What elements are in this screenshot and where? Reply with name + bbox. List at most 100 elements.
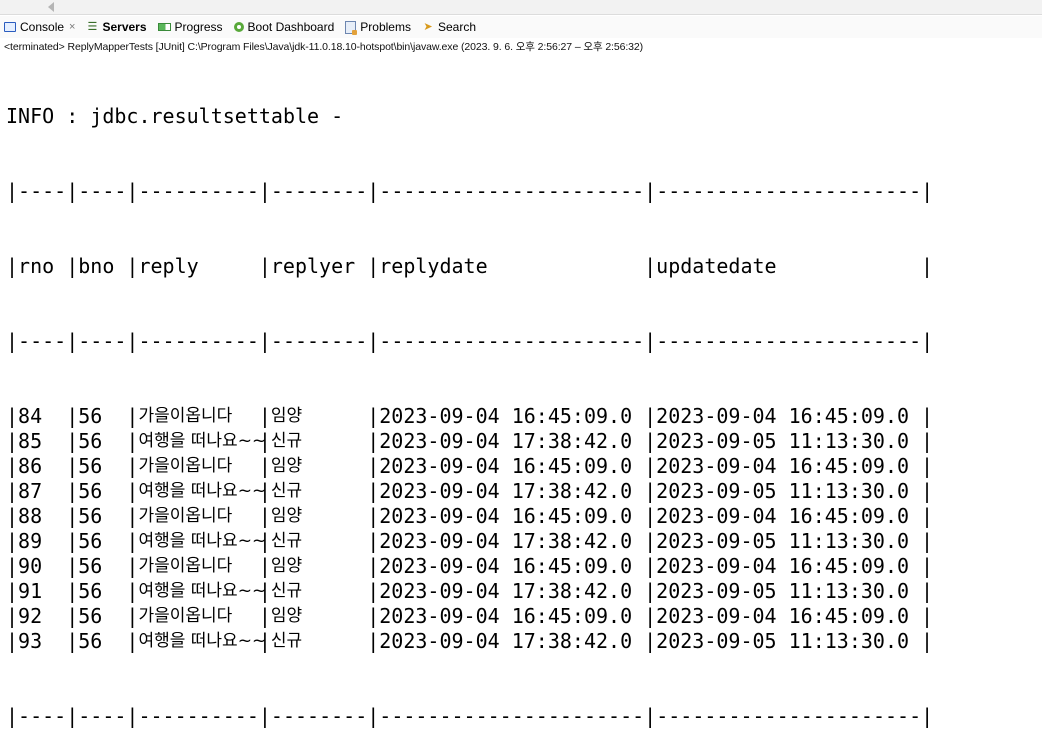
row-cell-2: 여행을 떠나요~~ [138,431,267,451]
tab-problems-label: Problems [360,20,411,34]
header-cell-2: reply [138,254,199,278]
column-divider: | [258,479,271,503]
table-row: | 90 | 56 | 가을이옵니다 | 임양 | 2023-09-04 16:45:09.0 | 2… [6,554,1036,579]
column-divider: | [367,504,380,528]
table-row: | 85 | 56 | 여행을 떠나요~~ | 신규 | 2023-09-04 17:38:42.… [6,429,1036,454]
column-divider: | [66,454,79,478]
scroll-left-arrow-icon[interactable] [48,2,54,12]
tab-boot-dashboard-label: Boot Dashboard [247,20,335,34]
editor-scroll-strip [0,0,1042,15]
tab-console-label: Console [20,20,65,34]
column-divider: | [126,629,139,653]
problems-icon [345,20,358,35]
row-cell-4: 2023-09-04 16:45:09.0 [379,554,633,578]
row-cell-2: 가을이옵니다 [138,506,233,526]
header-cell-0: rno [18,254,55,278]
tab-problems[interactable]: Problems [341,16,418,38]
column-divider: | [921,529,934,553]
table-header-row: | rno | bno | reply | replyer | replydate | updated… [6,254,1036,279]
row-cell-4: 2023-09-04 16:45:09.0 [379,404,633,428]
column-divider: | [367,529,380,553]
column-divider: | [6,579,19,603]
row-cell-3: 임양 [270,506,303,526]
column-divider: | [258,604,271,628]
column-divider: | [66,404,79,428]
console-output[interactable]: INFO : jdbc.resultsettable - |----|----|… [6,54,1036,754]
view-tab-bar: Console × ☰ Servers Progress Boot Dashbo… [0,16,1042,38]
row-cell-5: 2023-09-04 16:45:09.0 [656,404,910,428]
column-divider: | [921,429,934,453]
tab-progress[interactable]: Progress [154,16,230,38]
column-divider: | [921,404,934,428]
row-cell-0: 90 [18,554,43,578]
column-divider: | [644,429,657,453]
row-cell-1: 56 [78,429,103,453]
column-divider: | [921,554,934,578]
console-icon [4,22,16,32]
row-cell-5: 2023-09-04 16:45:09.0 [656,504,910,528]
column-divider: | [644,604,657,628]
row-cell-1: 56 [78,629,103,653]
tab-boot-dashboard[interactable]: Boot Dashboard [230,16,342,38]
row-cell-1: 56 [78,529,103,553]
column-divider: | [66,604,79,628]
row-cell-0: 87 [18,479,43,503]
row-cell-2: 가을이옵니다 [138,456,233,476]
row-cell-0: 93 [18,629,43,653]
column-divider: | [126,404,139,428]
row-cell-3: 신규 [270,631,303,651]
column-divider: | [367,554,380,578]
column-divider: | [258,254,271,278]
row-cell-4: 2023-09-04 17:38:42.0 [379,429,633,453]
tab-search[interactable]: ➤ Search [418,16,483,38]
column-divider: | [6,604,19,628]
column-divider: | [367,479,380,503]
row-cell-2: 여행을 떠나요~~ [138,481,267,501]
column-divider: | [367,429,380,453]
column-divider: | [126,554,139,578]
row-cell-5: 2023-09-05 11:13:30.0 [656,579,910,603]
column-divider: | [644,479,657,503]
column-divider: | [367,454,380,478]
row-cell-2: 가을이옵니다 [138,406,233,426]
row-cell-4: 2023-09-04 16:45:09.0 [379,604,633,628]
table-separator-top: |----|----|----------|--------|---------… [6,179,934,203]
column-divider: | [66,554,79,578]
row-cell-5: 2023-09-04 16:45:09.0 [656,554,910,578]
servers-icon: ☰ [87,21,98,33]
row-cell-3: 신규 [270,481,303,501]
header-cell-5: updatedate [656,254,777,278]
row-cell-3: 임양 [270,406,303,426]
column-divider: | [126,579,139,603]
row-cell-0: 88 [18,504,43,528]
column-divider: | [6,429,19,453]
column-divider: | [367,579,380,603]
column-divider: | [66,629,79,653]
row-cell-5: 2023-09-05 11:13:30.0 [656,429,910,453]
tab-console[interactable]: Console × [0,16,82,38]
row-cell-1: 56 [78,554,103,578]
tab-search-label: Search [437,20,476,34]
tab-servers[interactable]: ☰ Servers [82,16,153,38]
row-cell-5: 2023-09-05 11:13:30.0 [656,529,910,553]
column-divider: | [367,604,380,628]
column-divider: | [126,254,139,278]
table-body: | 84 | 56 | 가을이옵니다 | 임양 | 2023-09-04 16:45:09.0 | 2… [6,404,1036,654]
column-divider: | [126,429,139,453]
table-row: | 86 | 56 | 가을이옵니다 | 임양 | 2023-09-04 16:45:09.0 | 2… [6,454,1036,479]
row-cell-0: 84 [18,404,43,428]
column-divider: | [644,529,657,553]
row-cell-1: 56 [78,404,103,428]
close-icon[interactable]: × [69,21,75,33]
column-divider: | [66,429,79,453]
column-divider: | [258,629,271,653]
column-divider: | [126,529,139,553]
row-cell-0: 92 [18,604,43,628]
row-cell-3: 임양 [270,556,303,576]
column-divider: | [66,479,79,503]
row-cell-3: 신규 [270,431,303,451]
column-divider: | [66,254,79,278]
row-cell-3: 임양 [270,456,303,476]
row-cell-2: 가을이옵니다 [138,606,233,626]
column-divider: | [644,454,657,478]
